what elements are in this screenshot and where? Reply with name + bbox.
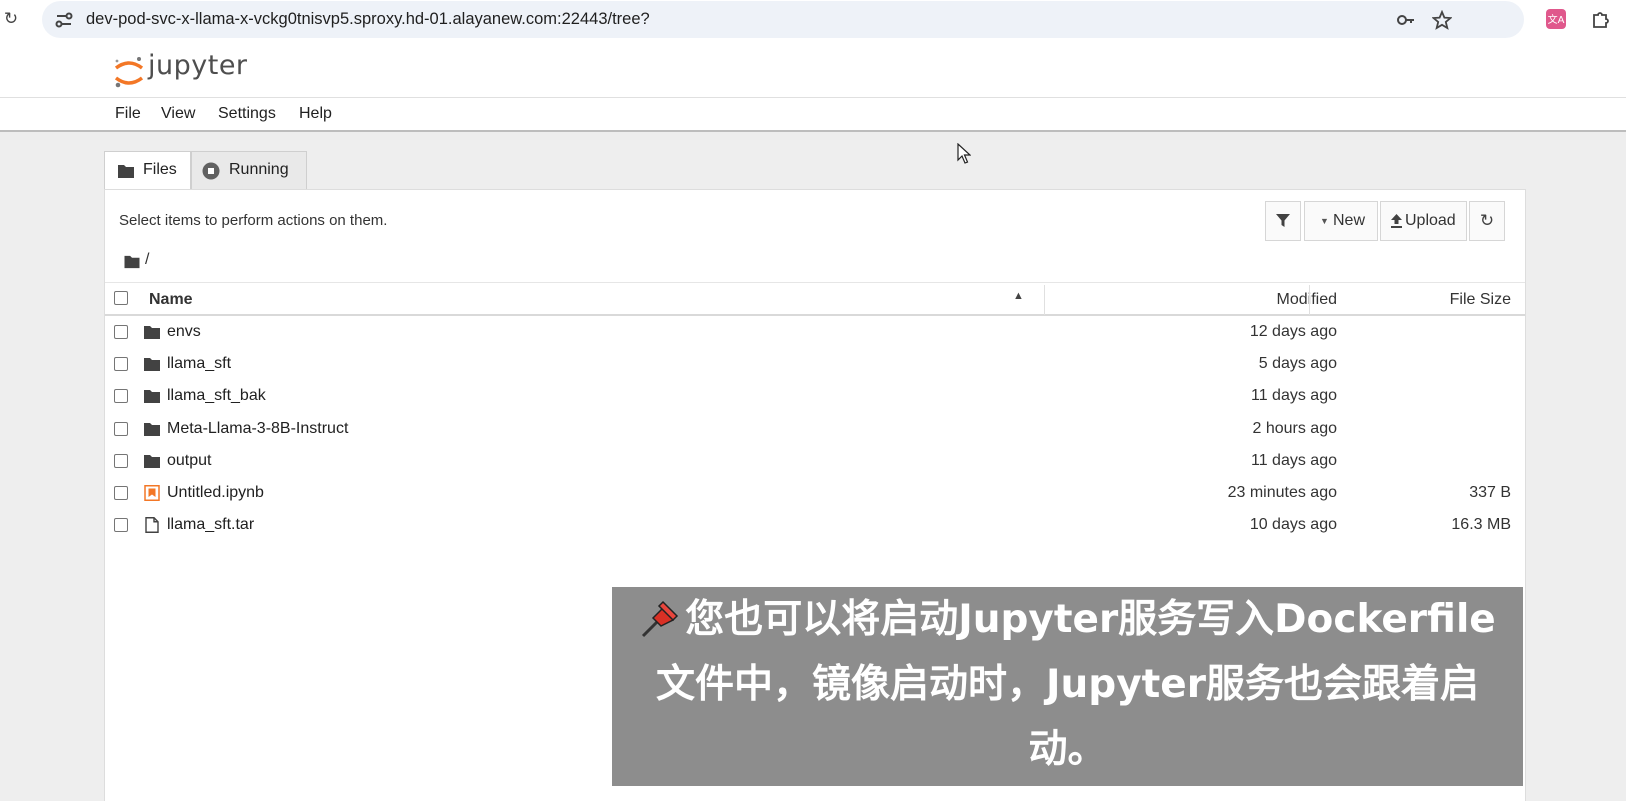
tab-running-label: Running — [229, 161, 289, 178]
new-button-label: New — [1333, 212, 1366, 229]
row-name[interactable]: Meta-Llama-3-8B-Instruct — [167, 420, 348, 438]
caret-down-icon: ▼ — [1320, 216, 1329, 226]
name-column-header[interactable]: Name — [149, 291, 193, 309]
row-checkbox[interactable] — [114, 421, 128, 436]
folder-icon — [144, 390, 160, 404]
jupyter-logo-icon[interactable] — [112, 54, 146, 90]
address-bar[interactable]: dev-pod-svc-x-llama-x-vckg0tnisvp5.sprox… — [42, 1, 1524, 38]
table-row[interactable]: output 11 days ago — [105, 445, 1525, 477]
row-modified: 12 days ago — [1249, 323, 1337, 340]
notebook-icon — [144, 485, 160, 501]
sort-ascending-icon[interactable]: ▲ — [1013, 290, 1024, 302]
folder-icon[interactable] — [123, 254, 141, 269]
folder-icon — [144, 422, 160, 436]
jupyter-header: jupyter — [0, 46, 1626, 98]
menu-view[interactable]: View — [161, 98, 195, 130]
folder-icon — [144, 358, 160, 372]
translate-extension-icon[interactable]: 文A — [1545, 8, 1567, 30]
jupyter-logo-text[interactable]: jupyter — [148, 50, 248, 81]
menu-settings[interactable]: Settings — [218, 98, 276, 130]
table-row[interactable]: llama_sft_bak 11 days ago — [105, 380, 1525, 412]
row-modified: 5 days ago — [1258, 355, 1337, 373]
row-modified: 11 days ago — [1251, 387, 1337, 405]
subtitle-text: 您也可以将启动Jupyter服务写入Dockerfile文件中，镜像启动时，Ju… — [656, 597, 1496, 772]
stop-circle-icon — [202, 162, 220, 180]
pushpin-icon — [642, 600, 679, 638]
row-size: 16.3 MB — [1451, 516, 1511, 534]
filter-button[interactable] — [1265, 201, 1301, 241]
row-checkbox[interactable] — [114, 486, 128, 500]
table-row[interactable]: llama_sft 5 days ago — [105, 348, 1525, 380]
tab-files-label: Files — [143, 161, 177, 178]
breadcrumb-path[interactable]: / — [145, 251, 149, 269]
table-row[interactable]: llama_sft.tar 10 days ago 16.3 MB — [105, 509, 1525, 541]
refresh-icon: ↻ — [1479, 211, 1495, 230]
star-icon[interactable] — [1432, 10, 1452, 30]
menu-bar: File View Settings Help — [0, 98, 1626, 132]
table-row[interactable]: Meta-Llama-3-8B-Instruct 2 hours ago — [105, 413, 1525, 445]
table-header: Name ▲ Modified File Size — [105, 282, 1525, 316]
table-row[interactable]: Untitled.ipynb 23 minutes ago 337 B — [105, 477, 1525, 509]
new-button[interactable]: ▼ New — [1304, 201, 1378, 241]
row-name[interactable]: envs — [167, 323, 201, 341]
subtitle-caption: 您也可以将启动Jupyter服务写入Dockerfile文件中，镜像启动时，Ju… — [612, 587, 1523, 786]
folder-icon — [118, 165, 134, 178]
row-name[interactable]: Untitled.ipynb — [167, 484, 264, 502]
mouse-cursor-icon — [957, 143, 971, 164]
size-column-header[interactable]: File Size — [1450, 291, 1511, 309]
row-modified: 10 days ago — [1249, 516, 1337, 534]
menu-help[interactable]: Help — [299, 98, 332, 130]
filter-icon — [1276, 214, 1290, 227]
refresh-button[interactable]: ↻ — [1469, 201, 1505, 241]
row-checkbox[interactable] — [114, 325, 128, 339]
folder-icon — [144, 326, 160, 339]
column-divider — [1044, 285, 1045, 315]
row-checkbox[interactable] — [114, 357, 128, 372]
key-icon[interactable] — [1396, 10, 1416, 30]
site-settings-icon[interactable] — [54, 10, 74, 30]
row-modified: 23 minutes ago — [1227, 484, 1337, 501]
tab-running[interactable]: Running — [191, 151, 307, 189]
table-row[interactable]: envs 12 days ago — [105, 316, 1525, 348]
menu-file[interactable]: File — [115, 98, 141, 130]
row-checkbox[interactable] — [114, 389, 128, 404]
svg-text:文A: 文A — [1548, 13, 1565, 26]
url-text[interactable]: dev-pod-svc-x-llama-x-vckg0tnisvp5.sprox… — [86, 1, 650, 38]
selection-hint: Select items to perform actions on them. — [119, 212, 388, 229]
tab-files[interactable]: Files — [104, 151, 191, 190]
row-modified: 11 days ago — [1251, 451, 1337, 469]
row-name[interactable]: llama_sft_bak — [167, 387, 266, 405]
row-name[interactable]: llama_sft.tar — [167, 516, 254, 534]
upload-button-label: Upload — [1405, 212, 1456, 229]
row-modified: 2 hours ago — [1252, 419, 1337, 437]
upload-icon — [1391, 214, 1402, 228]
extensions-icon[interactable] — [1590, 8, 1612, 30]
reload-icon[interactable]: ↻ — [0, 6, 22, 32]
select-all-checkbox[interactable] — [114, 291, 128, 305]
row-checkbox[interactable] — [114, 453, 128, 468]
modified-column-header[interactable]: Modified — [1277, 291, 1337, 309]
browser-toolbar: ↻ dev-pod-svc-x-llama-x-vckg0tnisvp5.spr… — [0, 0, 1626, 46]
row-name[interactable]: llama_sft — [167, 355, 231, 373]
row-size: 337 B — [1469, 484, 1511, 501]
column-divider — [1309, 285, 1310, 315]
row-name[interactable]: output — [167, 452, 211, 470]
upload-button[interactable]: Upload — [1380, 201, 1467, 241]
folder-icon — [144, 454, 160, 468]
row-checkbox[interactable] — [114, 518, 128, 533]
file-icon — [145, 517, 159, 534]
